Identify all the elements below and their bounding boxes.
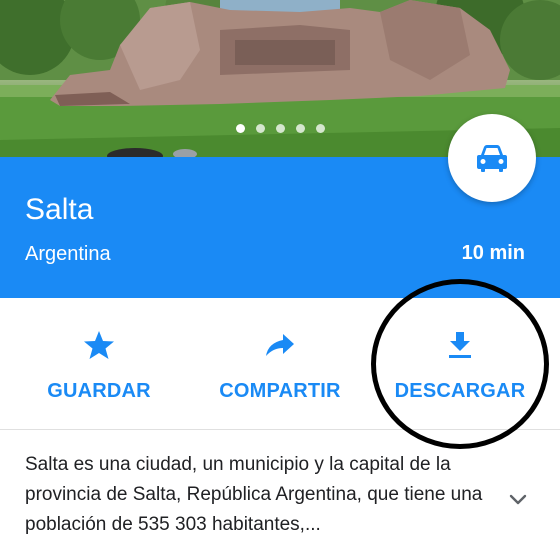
carousel-dot[interactable]	[295, 124, 305, 133]
place-description: Salta es una ciudad, un municipio y la c…	[25, 454, 483, 535]
car-icon	[477, 145, 507, 172]
carousel-dot[interactable]	[235, 124, 245, 133]
share-button-label: COMPARTIR	[219, 380, 341, 402]
chevron-down-icon	[509, 494, 527, 505]
action-row: GUARDAR COMPARTIR DESCARGAR	[0, 298, 560, 430]
travel-time: 10 min	[461, 242, 525, 264]
share-arrow-icon	[265, 330, 295, 360]
download-icon	[447, 330, 473, 360]
directions-button[interactable]	[448, 114, 536, 202]
download-button[interactable]: DESCARGAR	[370, 298, 550, 430]
carousel-dot[interactable]	[255, 124, 265, 133]
carousel-dot[interactable]	[275, 124, 285, 133]
download-button-label: DESCARGAR	[394, 380, 526, 402]
star-icon	[83, 330, 115, 360]
place-title: Salta	[25, 193, 94, 226]
save-button-label: GUARDAR	[47, 380, 151, 402]
place-country: Argentina	[25, 243, 111, 265]
expand-description-button[interactable]	[506, 488, 530, 512]
carousel-dot[interactable]	[315, 124, 325, 133]
save-button[interactable]: GUARDAR	[9, 298, 189, 430]
share-button[interactable]: COMPARTIR	[190, 298, 370, 430]
